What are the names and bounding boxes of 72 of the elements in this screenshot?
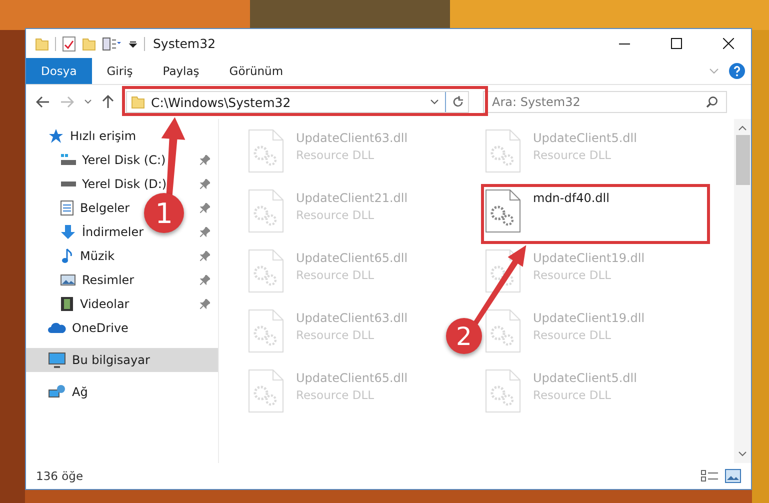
pin-icon[interactable] bbox=[200, 179, 210, 189]
close-icon bbox=[722, 38, 734, 49]
folder-icon[interactable] bbox=[35, 36, 49, 50]
forward-icon[interactable] bbox=[60, 96, 74, 108]
file-type: Resource DLL bbox=[296, 208, 376, 222]
window-title: System32 bbox=[153, 36, 216, 51]
scroll-down-icon[interactable] bbox=[738, 451, 747, 457]
properties-icon[interactable] bbox=[62, 36, 76, 52]
scroll-thumb[interactable] bbox=[736, 135, 750, 185]
search-icon[interactable] bbox=[706, 96, 718, 108]
file-type: Resource DLL bbox=[533, 148, 612, 162]
up-icon[interactable] bbox=[102, 95, 114, 109]
sidebar-item[interactable]: Ağ bbox=[26, 380, 218, 404]
file-type: Resource DLL bbox=[296, 388, 376, 402]
sidebar-item[interactable]: İndirmeler bbox=[60, 224, 144, 240]
view-icon[interactable] bbox=[102, 36, 122, 50]
sidebar-item[interactable]: Müzik bbox=[60, 248, 115, 264]
computer-icon bbox=[48, 352, 66, 368]
details-view-icon[interactable] bbox=[701, 470, 719, 482]
pin-icon[interactable] bbox=[200, 155, 210, 165]
file-type: Resource DLL bbox=[296, 328, 376, 342]
star-icon bbox=[48, 128, 64, 144]
help-icon[interactable] bbox=[729, 63, 745, 79]
ribbon-tab[interactable]: Dosya bbox=[26, 58, 92, 84]
pin-icon[interactable] bbox=[200, 251, 210, 261]
ribbon-tab[interactable]: Giriş bbox=[92, 58, 148, 84]
sidebar-item[interactable]: Yerel Disk (D:) bbox=[60, 177, 167, 191]
sidebar-item[interactable]: Yerel Disk (C:) bbox=[60, 153, 166, 167]
file-gear-icon[interactable] bbox=[485, 189, 521, 233]
pictures-icon bbox=[60, 273, 76, 287]
pin-icon[interactable] bbox=[200, 275, 210, 285]
sidebar-item[interactable]: Hızlı erişim bbox=[26, 124, 218, 148]
pin-icon[interactable] bbox=[200, 299, 210, 309]
folder-icon bbox=[131, 95, 145, 109]
sidebar-item[interactable]: OneDrive bbox=[26, 316, 218, 340]
sidebar-item[interactable]: Videolar bbox=[60, 296, 130, 312]
recent-dropdown-icon[interactable] bbox=[84, 99, 92, 105]
ribbon-tab[interactable]: Görünüm bbox=[214, 58, 298, 84]
file-type: Resource DLL bbox=[296, 148, 376, 162]
expand-ribbon-icon[interactable] bbox=[709, 68, 719, 74]
back-icon[interactable] bbox=[36, 96, 50, 108]
address-field[interactable]: C:\Windows\System32 bbox=[126, 91, 469, 113]
file-name[interactable]: mdn-df40.dll bbox=[533, 191, 610, 205]
drive-icon bbox=[60, 153, 76, 167]
search-field[interactable]: Ara: System32 bbox=[483, 91, 727, 113]
maximize-icon bbox=[670, 38, 682, 49]
file-type: Resource DLL bbox=[533, 328, 612, 342]
pin-icon[interactable] bbox=[200, 227, 210, 237]
address-path: C:\Windows\System32 bbox=[151, 94, 291, 110]
sidebar-item[interactable]: Bu bilgisayar bbox=[26, 348, 218, 372]
file-type: Resource DLL bbox=[296, 268, 376, 282]
network-icon bbox=[48, 384, 66, 400]
cloud-icon bbox=[48, 322, 66, 334]
file-type: Resource DLL bbox=[533, 388, 612, 402]
chevron-down-icon[interactable] bbox=[430, 99, 439, 105]
pin-icon[interactable] bbox=[200, 203, 210, 213]
customize-icon[interactable] bbox=[128, 38, 138, 48]
new-folder-icon[interactable] bbox=[82, 36, 96, 50]
file-type: Resource DLL bbox=[533, 268, 612, 282]
scroll-up-icon[interactable] bbox=[738, 125, 747, 131]
music-note-icon bbox=[60, 248, 74, 264]
document-icon bbox=[60, 200, 74, 216]
refresh-icon[interactable] bbox=[452, 96, 464, 108]
drive-icon bbox=[60, 181, 76, 187]
sidebar-item[interactable]: Resimler bbox=[60, 273, 134, 287]
sidebar-item[interactable]: Belgeler bbox=[60, 200, 130, 216]
download-icon bbox=[60, 224, 76, 240]
ribbon-tab[interactable]: Paylaş bbox=[148, 58, 214, 84]
item-count: 136 öğe bbox=[36, 469, 84, 483]
scrollbar[interactable] bbox=[734, 119, 751, 463]
large-icons-view-icon[interactable] bbox=[725, 469, 741, 483]
film-icon bbox=[60, 296, 74, 312]
